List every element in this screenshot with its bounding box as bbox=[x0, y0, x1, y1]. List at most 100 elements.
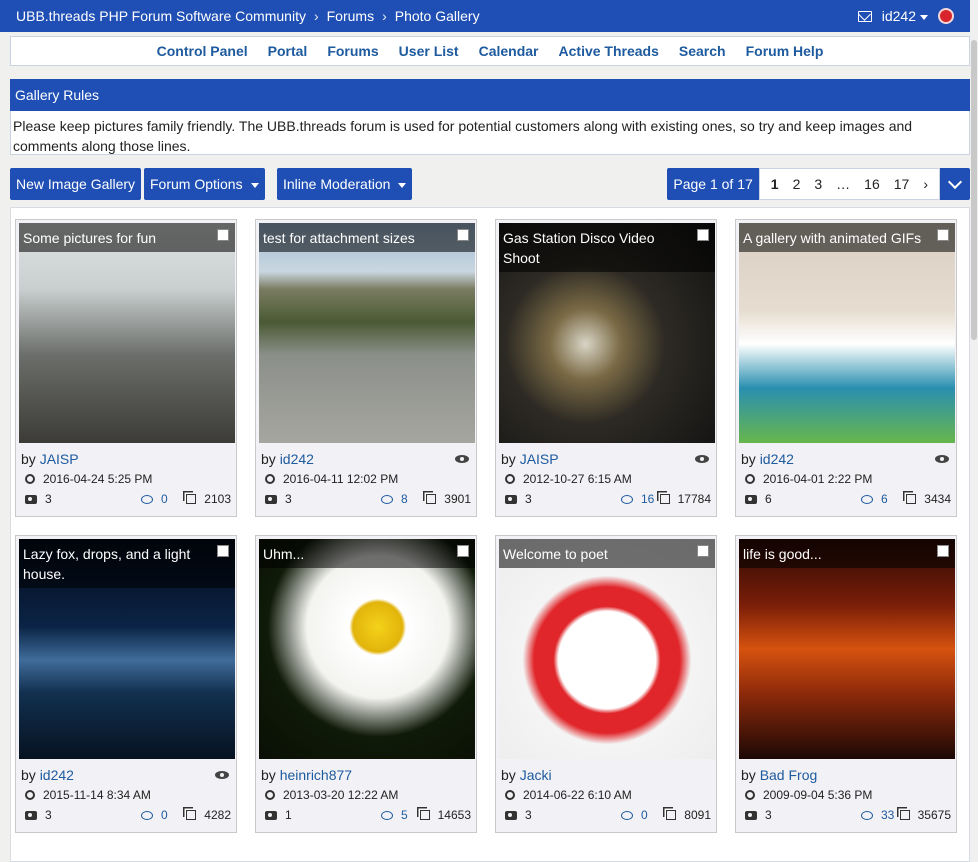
gallery-card[interactable]: Lazy fox, drops, and a light house. by id… bbox=[15, 535, 237, 833]
view-count: 8091 bbox=[684, 808, 711, 822]
breadcrumb-forums[interactable]: Forums bbox=[327, 8, 374, 24]
author-link[interactable]: JAISP bbox=[520, 451, 559, 467]
nav-forum-help[interactable]: Forum Help bbox=[746, 43, 824, 59]
reply-count-link[interactable]: 0 bbox=[621, 805, 648, 825]
gallery-image bbox=[739, 223, 955, 443]
nav-active-threads[interactable]: Active Threads bbox=[559, 43, 659, 59]
author-link[interactable]: Bad Frog bbox=[760, 767, 818, 783]
nav-forums[interactable]: Forums bbox=[327, 43, 378, 59]
reply-count-link[interactable]: 0 bbox=[141, 489, 168, 509]
author-link[interactable]: id242 bbox=[280, 451, 314, 467]
select-checkbox[interactable] bbox=[937, 545, 949, 557]
gallery-card[interactable]: test for attachment sizes by id242 2016-04… bbox=[255, 219, 477, 517]
gallery-thumbnail[interactable]: Welcome to poet bbox=[499, 539, 715, 759]
reply-count-link[interactable]: 6 bbox=[861, 489, 888, 509]
gallery-thumbnail[interactable]: Lazy fox, drops, and a light house. bbox=[19, 539, 235, 759]
page-link-16[interactable]: 16 bbox=[857, 176, 887, 192]
gallery-card[interactable]: Gas Station Disco Video Shoot by JAISP 201… bbox=[495, 219, 717, 517]
gallery-date: 2015-11-14 8:34 AM bbox=[21, 785, 233, 805]
gallery-card[interactable]: Uhm... by heinrich877 2013-03-20 12:22 AM 1… bbox=[255, 535, 477, 833]
by-prefix: by bbox=[261, 767, 276, 783]
chevron-down-icon[interactable] bbox=[940, 168, 970, 200]
view-count: 3901 bbox=[444, 492, 471, 506]
gallery-title[interactable]: Some pictures for fun bbox=[19, 223, 235, 252]
forum-options-button[interactable]: Forum Options bbox=[144, 168, 265, 200]
gallery-thumbnail[interactable]: Uhm... bbox=[259, 539, 475, 759]
author-link[interactable]: id242 bbox=[40, 767, 74, 783]
gallery-title[interactable]: Uhm... bbox=[259, 539, 475, 568]
gallery-thumbnail[interactable]: life is good... bbox=[739, 539, 955, 759]
select-checkbox[interactable] bbox=[697, 545, 709, 557]
reply-count-link[interactable]: 0 bbox=[141, 805, 168, 825]
gallery-image bbox=[499, 539, 715, 759]
select-checkbox[interactable] bbox=[457, 545, 469, 557]
author-link[interactable]: heinrich877 bbox=[280, 767, 352, 783]
caret-down-icon bbox=[250, 182, 259, 188]
page-next[interactable]: › bbox=[916, 176, 935, 192]
select-checkbox[interactable] bbox=[937, 229, 949, 241]
author-link[interactable]: Jacki bbox=[520, 767, 552, 783]
avatar-icon[interactable] bbox=[938, 8, 954, 24]
gallery-title[interactable]: Lazy fox, drops, and a light house. bbox=[19, 539, 235, 588]
copy-icon bbox=[426, 494, 437, 504]
select-checkbox[interactable] bbox=[457, 229, 469, 241]
reply-count-link[interactable]: 8 bbox=[381, 489, 408, 509]
page-link-3[interactable]: 3 bbox=[807, 176, 829, 192]
gallery-card[interactable]: Some pictures for fun by JAISP 2016-04-24 … bbox=[15, 219, 237, 517]
breadcrumb-gallery[interactable]: Photo Gallery bbox=[395, 8, 480, 24]
gallery-author-line: by Jacki bbox=[501, 765, 713, 785]
breadcrumb-home[interactable]: UBB.threads PHP Forum Software Community bbox=[16, 8, 306, 24]
view-count: 35675 bbox=[917, 808, 951, 822]
user-menu[interactable]: id242 bbox=[882, 8, 928, 24]
gallery-title[interactable]: Gas Station Disco Video Shoot bbox=[499, 223, 715, 272]
scrollbar-thumb[interactable] bbox=[971, 40, 977, 340]
select-checkbox[interactable] bbox=[217, 545, 229, 557]
reply-count-link[interactable]: 5 bbox=[381, 805, 408, 825]
gallery-title[interactable]: Welcome to poet bbox=[499, 539, 715, 568]
page-link-17[interactable]: 17 bbox=[887, 176, 917, 192]
gallery-stats: 3 16 17784 bbox=[501, 489, 713, 509]
comment-icon bbox=[381, 495, 393, 504]
gallery-thumbnail[interactable]: Gas Station Disco Video Shoot bbox=[499, 223, 715, 443]
reply-count-link[interactable]: 16 bbox=[621, 489, 654, 509]
gallery-thumbnail[interactable]: test for attachment sizes bbox=[259, 223, 475, 443]
comment-icon bbox=[861, 495, 873, 504]
inline-moderation-button[interactable]: Inline Moderation bbox=[277, 168, 413, 200]
main-nav: Control Panel Portal Forums User List Ca… bbox=[10, 36, 970, 66]
nav-search[interactable]: Search bbox=[679, 43, 726, 59]
page-link-1[interactable]: 1 bbox=[764, 176, 786, 192]
author-link[interactable]: JAISP bbox=[40, 451, 79, 467]
gallery-thumbnail[interactable]: Some pictures for fun bbox=[19, 223, 235, 443]
gallery-title[interactable]: A gallery with animated GIFs bbox=[739, 223, 955, 252]
mail-icon[interactable] bbox=[857, 10, 872, 22]
image-count: 3 bbox=[765, 808, 772, 822]
comment-icon bbox=[381, 811, 393, 820]
chevron-right-icon: › bbox=[382, 8, 387, 24]
nav-user-list[interactable]: User List bbox=[399, 43, 459, 59]
gallery-title[interactable]: test for attachment sizes bbox=[259, 223, 475, 252]
reply-count-link[interactable]: 33 bbox=[861, 805, 894, 825]
gallery-card[interactable]: life is good... by Bad Frog 2009-09-04 5:3… bbox=[735, 535, 957, 833]
gallery-thumbnail[interactable]: A gallery with animated GIFs bbox=[739, 223, 955, 443]
eye-icon bbox=[695, 455, 709, 463]
top-bar: UBB.threads PHP Forum Software Community… bbox=[0, 0, 970, 32]
select-checkbox[interactable] bbox=[697, 229, 709, 241]
select-checkbox[interactable] bbox=[217, 229, 229, 241]
new-image-gallery-button[interactable]: New Image Gallery bbox=[10, 168, 142, 200]
nav-calendar[interactable]: Calendar bbox=[479, 43, 539, 59]
gallery-title[interactable]: life is good... bbox=[739, 539, 955, 568]
by-prefix: by bbox=[741, 451, 756, 467]
gallery-card[interactable]: Welcome to poet by Jacki 2014-06-22 6:10 A… bbox=[495, 535, 717, 833]
scrollbar[interactable] bbox=[970, 0, 978, 862]
page-indicator[interactable]: Page 1 of 17 bbox=[667, 168, 759, 200]
inline-moderation-label: Inline Moderation bbox=[283, 176, 391, 192]
clock-icon bbox=[265, 790, 275, 800]
page-link-2[interactable]: 2 bbox=[786, 176, 808, 192]
gallery-card[interactable]: A gallery with animated GIFs by id242 2016… bbox=[735, 219, 957, 517]
gallery-stats: 3 8 3901 bbox=[261, 489, 473, 509]
nav-control-panel[interactable]: Control Panel bbox=[157, 43, 248, 59]
by-prefix: by bbox=[261, 451, 276, 467]
author-link[interactable]: id242 bbox=[760, 451, 794, 467]
nav-portal[interactable]: Portal bbox=[268, 43, 308, 59]
eye-icon bbox=[455, 455, 469, 463]
